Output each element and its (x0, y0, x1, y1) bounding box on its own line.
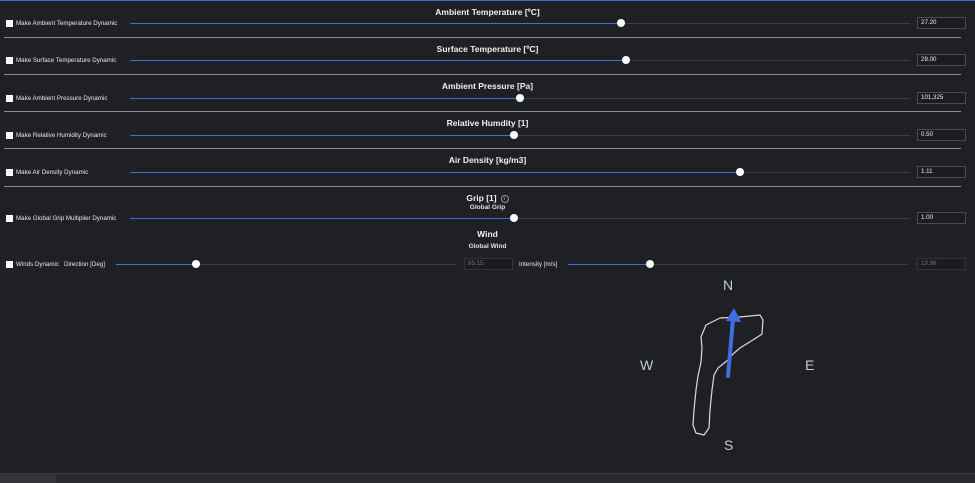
air-density-dynamic-label: Make Air Density Dynamic (16, 169, 89, 176)
air-density-slider-fill (130, 172, 740, 173)
wind-subtitle: Global Wind (468, 243, 507, 250)
compass-map (692, 308, 764, 436)
ambient-pressure-slider[interactable] (130, 94, 910, 102)
compass-east-label: E (805, 357, 815, 373)
air-density-title: Air Density [kg/m3] (448, 155, 527, 165)
ambient-pressure-slider-thumb[interactable] (516, 94, 524, 102)
winds-dynamic-checkbox[interactable] (6, 261, 13, 268)
wind-direction-slider[interactable] (116, 260, 456, 268)
air-density-value-field[interactable]: 1.11 (917, 166, 966, 178)
ambient-pressure-dynamic-checkbox[interactable] (6, 95, 13, 102)
wind-direction-value-field[interactable]: 85.15 (464, 258, 513, 270)
relative-humidity-dynamic-label: Make Relative Humidity Dynamic (16, 132, 107, 139)
grip-slider-thumb[interactable] (509, 214, 518, 222)
ambient-pressure-slider-fill (130, 98, 520, 99)
compass-north-label: N (723, 277, 734, 293)
surface-temperature-dynamic-label: Make Surface Temperature Dynamic (16, 57, 117, 64)
section-surface-temperature: Surface Temperature [ºC] Make Surface Te… (0, 37, 975, 74)
wind-intensity-value-field[interactable]: 13.96 (917, 258, 966, 270)
relative-humidity-slider-fill (130, 135, 514, 136)
grip-title-row: Grip [1] i (0, 193, 975, 203)
wind-direction-slider-thumb[interactable] (192, 260, 201, 268)
winds-dynamic-label: Winds Dynamic (16, 261, 59, 268)
ambient-temperature-title: Ambient Temperature [ºC] (435, 7, 540, 17)
section-relative-humidity: Relative Humdity [1] Make Relative Humid… (0, 111, 975, 148)
air-density-slider-thumb[interactable] (735, 168, 744, 176)
wind-direction-slider-fill (116, 264, 197, 265)
info-icon[interactable]: i (500, 195, 509, 203)
relative-humidity-slider-thumb[interactable] (509, 131, 518, 139)
air-density-dynamic-checkbox[interactable] (6, 169, 13, 176)
wind-intensity-slider-thumb[interactable] (645, 260, 654, 268)
section-grip: Grip [1] i Global Grip Make Global Grip M… (0, 186, 975, 226)
surface-temperature-dynamic-checkbox[interactable] (6, 57, 13, 64)
ambient-pressure-dynamic-label: Make Ambient Pressure Dynamic (16, 95, 108, 102)
ambient-temperature-slider-thumb[interactable] (617, 19, 626, 27)
grip-subtitle: Global Grip (469, 204, 506, 211)
arrow-up-icon (726, 308, 741, 378)
surface-temperature-slider-thumb[interactable] (622, 56, 631, 64)
ambient-temperature-value-field[interactable]: 27.20 (917, 17, 966, 29)
grip-slider[interactable] (130, 214, 910, 222)
grip-title: Grip [1] (466, 193, 497, 203)
wind-title: Wind (477, 229, 498, 239)
section-wind: Wind Global Wind Winds Dynamic Direction… (0, 226, 975, 271)
relative-humidity-title: Relative Humdity [1] (446, 118, 529, 128)
surface-temperature-slider-fill (130, 60, 627, 61)
grip-dynamic-checkbox[interactable] (6, 215, 13, 222)
ambient-temperature-slider[interactable] (130, 19, 910, 27)
wind-direction-label: Direction [Deg] (64, 261, 105, 268)
relative-humidity-value-field[interactable]: 0.50 (917, 129, 966, 141)
surface-temperature-value-field[interactable]: 28.00 (917, 54, 966, 66)
ambient-temperature-dynamic-checkbox[interactable] (6, 20, 13, 27)
wind-intensity-slider[interactable] (568, 260, 908, 268)
section-air-density: Air Density [kg/m3] Make Air Density Dyn… (0, 148, 975, 185)
compass-west-label: W (640, 357, 654, 373)
ambient-temperature-dynamic-label: Make Ambient Temperature Dynamic (16, 20, 118, 27)
wind-intensity-label: Intensity [m/s] (519, 261, 558, 268)
ambient-temperature-slider-fill (130, 23, 622, 24)
section-ambient-temperature: Ambient Temperature [ºC] Make Ambient Te… (0, 0, 975, 37)
wind-intensity-slider-fill (568, 264, 650, 265)
ambient-pressure-value-field[interactable]: 101,325 (917, 92, 966, 104)
section-ambient-pressure: Ambient Pressure [Pa] Make Ambient Press… (0, 74, 975, 111)
ambient-pressure-title: Ambient Pressure [Pa] (441, 81, 534, 91)
relative-humidity-dynamic-checkbox[interactable] (6, 132, 13, 139)
surface-temperature-title: Surface Temperature [ºC] (436, 44, 539, 54)
air-density-slider[interactable] (130, 168, 910, 176)
surface-temperature-slider[interactable] (130, 56, 910, 64)
relative-humidity-slider[interactable] (130, 131, 910, 139)
grip-dynamic-label: Make Global Grip Multiplier Dynamic (16, 215, 117, 222)
grip-slider-fill (130, 218, 514, 219)
grip-value-field[interactable]: 1.00 (917, 212, 966, 224)
